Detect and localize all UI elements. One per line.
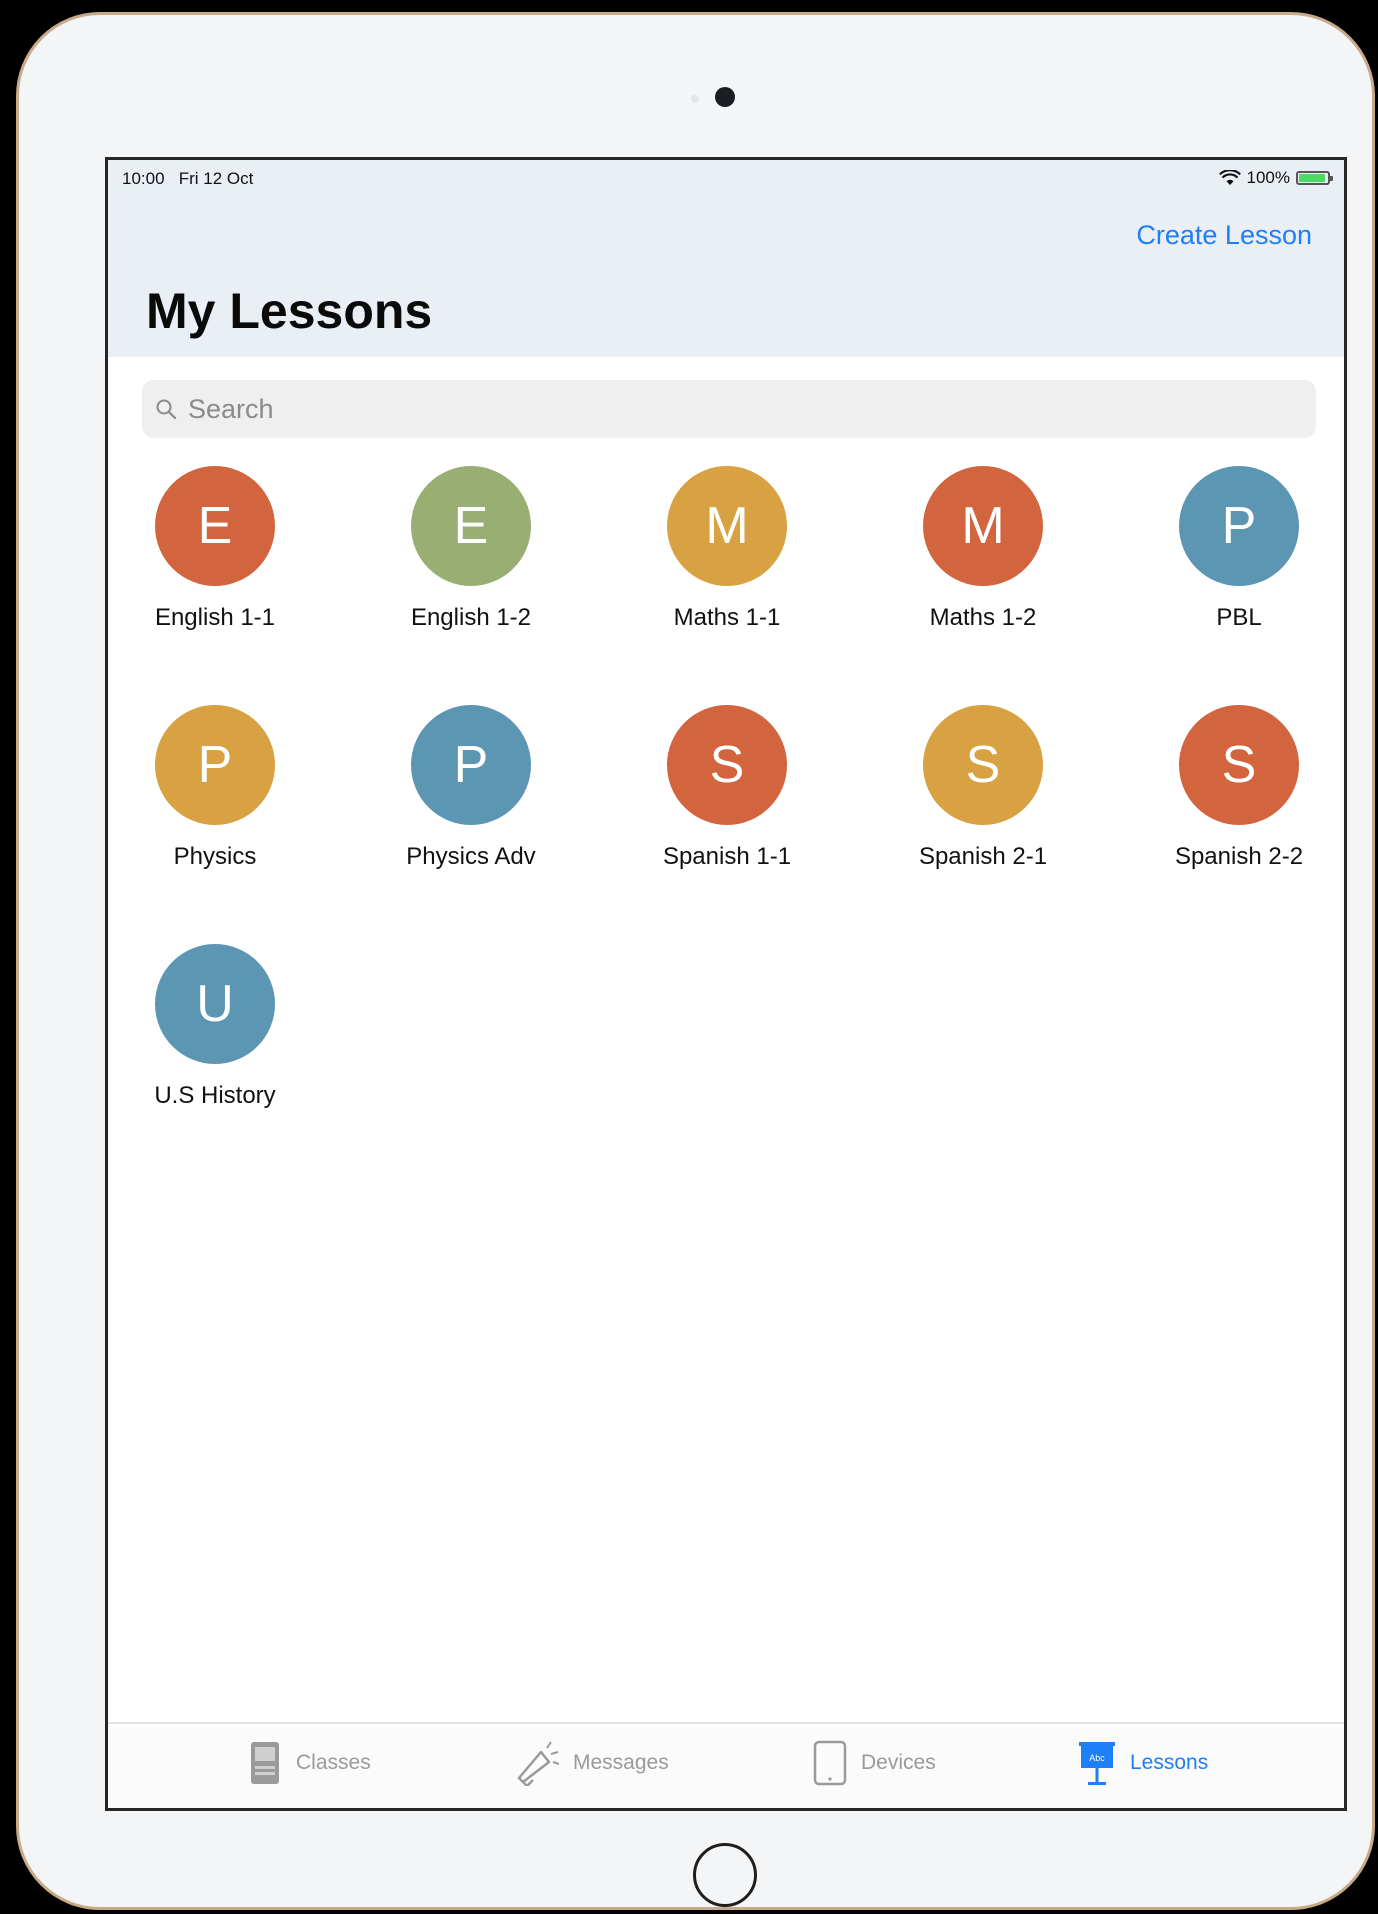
tab-bar: Classes Messages Devices Abc Lessons [108, 1722, 1344, 1808]
lesson-item[interactable]: M Maths 1-2 [883, 466, 1083, 656]
lesson-avatar: P [155, 705, 275, 825]
proximity-sensor [691, 95, 699, 103]
search-icon [156, 399, 177, 420]
lesson-name: U.S History [154, 1082, 276, 1109]
lesson-name: Physics [173, 843, 257, 870]
lesson-item[interactable]: P Physics Adv [371, 705, 571, 895]
status-time: 10:00 Fri 12 Oct [122, 169, 253, 189]
lesson-name: Spanish 1-1 [662, 843, 792, 870]
lesson-item[interactable]: E English 1-2 [371, 466, 571, 656]
lesson-avatar: E [155, 466, 275, 586]
ipad-device: 10:00 Fri 12 Oct 100% Create Lesson My L… [16, 12, 1375, 1910]
status-date-value: Fri 12 Oct [178, 169, 254, 188]
lesson-item[interactable]: M Maths 1-1 [627, 466, 827, 656]
lesson-item[interactable]: S Spanish 2-2 [1139, 705, 1339, 895]
tab-classes-label: Classes [296, 1751, 371, 1774]
lesson-board-icon: Abc [1079, 1742, 1115, 1785]
lesson-avatar: M [923, 466, 1043, 586]
lesson-item[interactable]: P PBL [1139, 466, 1339, 656]
lesson-item[interactable]: S Spanish 2-1 [883, 705, 1083, 895]
tab-devices-label: Devices [861, 1751, 936, 1774]
lesson-name: Spanish 2-1 [918, 843, 1048, 870]
status-time-value: 10:00 [122, 169, 165, 188]
tab-messages[interactable]: Messages [513, 1738, 669, 1788]
lesson-avatar: E [411, 466, 531, 586]
classes-icon [251, 1742, 279, 1784]
front-camera [715, 87, 735, 107]
lesson-avatar: S [1179, 705, 1299, 825]
megaphone-icon [517, 1741, 559, 1786]
lesson-item[interactable]: U U.S History [115, 944, 315, 1134]
lesson-name: Maths 1-1 [673, 604, 781, 631]
tab-lessons[interactable]: Abc Lessons [1078, 1738, 1208, 1788]
lesson-name: Spanish 2-2 [1174, 843, 1304, 870]
lesson-item[interactable]: S Spanish 1-1 [627, 705, 827, 895]
lesson-name: Maths 1-2 [929, 604, 1037, 631]
lesson-name: Physics Adv [406, 843, 536, 870]
status-indicators: 100% [1218, 168, 1333, 188]
app-screen: 10:00 Fri 12 Oct 100% Create Lesson My L… [105, 157, 1347, 1811]
search-bar[interactable] [142, 380, 1316, 438]
lesson-avatar: M [667, 466, 787, 586]
wifi-icon [1218, 170, 1241, 185]
lesson-name: PBL [1216, 604, 1262, 631]
lesson-item[interactable]: P Physics [115, 705, 315, 895]
battery-icon [1296, 171, 1333, 185]
lesson-avatar: U [155, 944, 275, 1064]
lesson-name: English 1-1 [154, 604, 276, 631]
create-lesson-button[interactable]: Create Lesson [1136, 220, 1312, 251]
ipad-icon [813, 1740, 847, 1786]
lesson-avatar: P [1179, 466, 1299, 586]
navigation-bar: 10:00 Fri 12 Oct 100% Create Lesson My L… [108, 160, 1344, 357]
battery-percentage: 100% [1246, 168, 1290, 187]
search-input[interactable] [188, 393, 1288, 425]
page-title: My Lessons [146, 283, 433, 339]
svg-text:Abc: Abc [1089, 1753, 1105, 1763]
lesson-avatar: S [923, 705, 1043, 825]
lesson-name: English 1-2 [410, 604, 532, 631]
lesson-item[interactable]: E English 1-1 [115, 466, 315, 656]
home-button[interactable] [693, 1843, 757, 1907]
tab-lessons-label: Lessons [1130, 1751, 1209, 1774]
lesson-avatar: P [411, 705, 531, 825]
tab-classes[interactable]: Classes [248, 1738, 371, 1788]
tab-devices[interactable]: Devices [813, 1738, 936, 1788]
tab-messages-label: Messages [573, 1751, 669, 1774]
lesson-avatar: S [667, 705, 787, 825]
